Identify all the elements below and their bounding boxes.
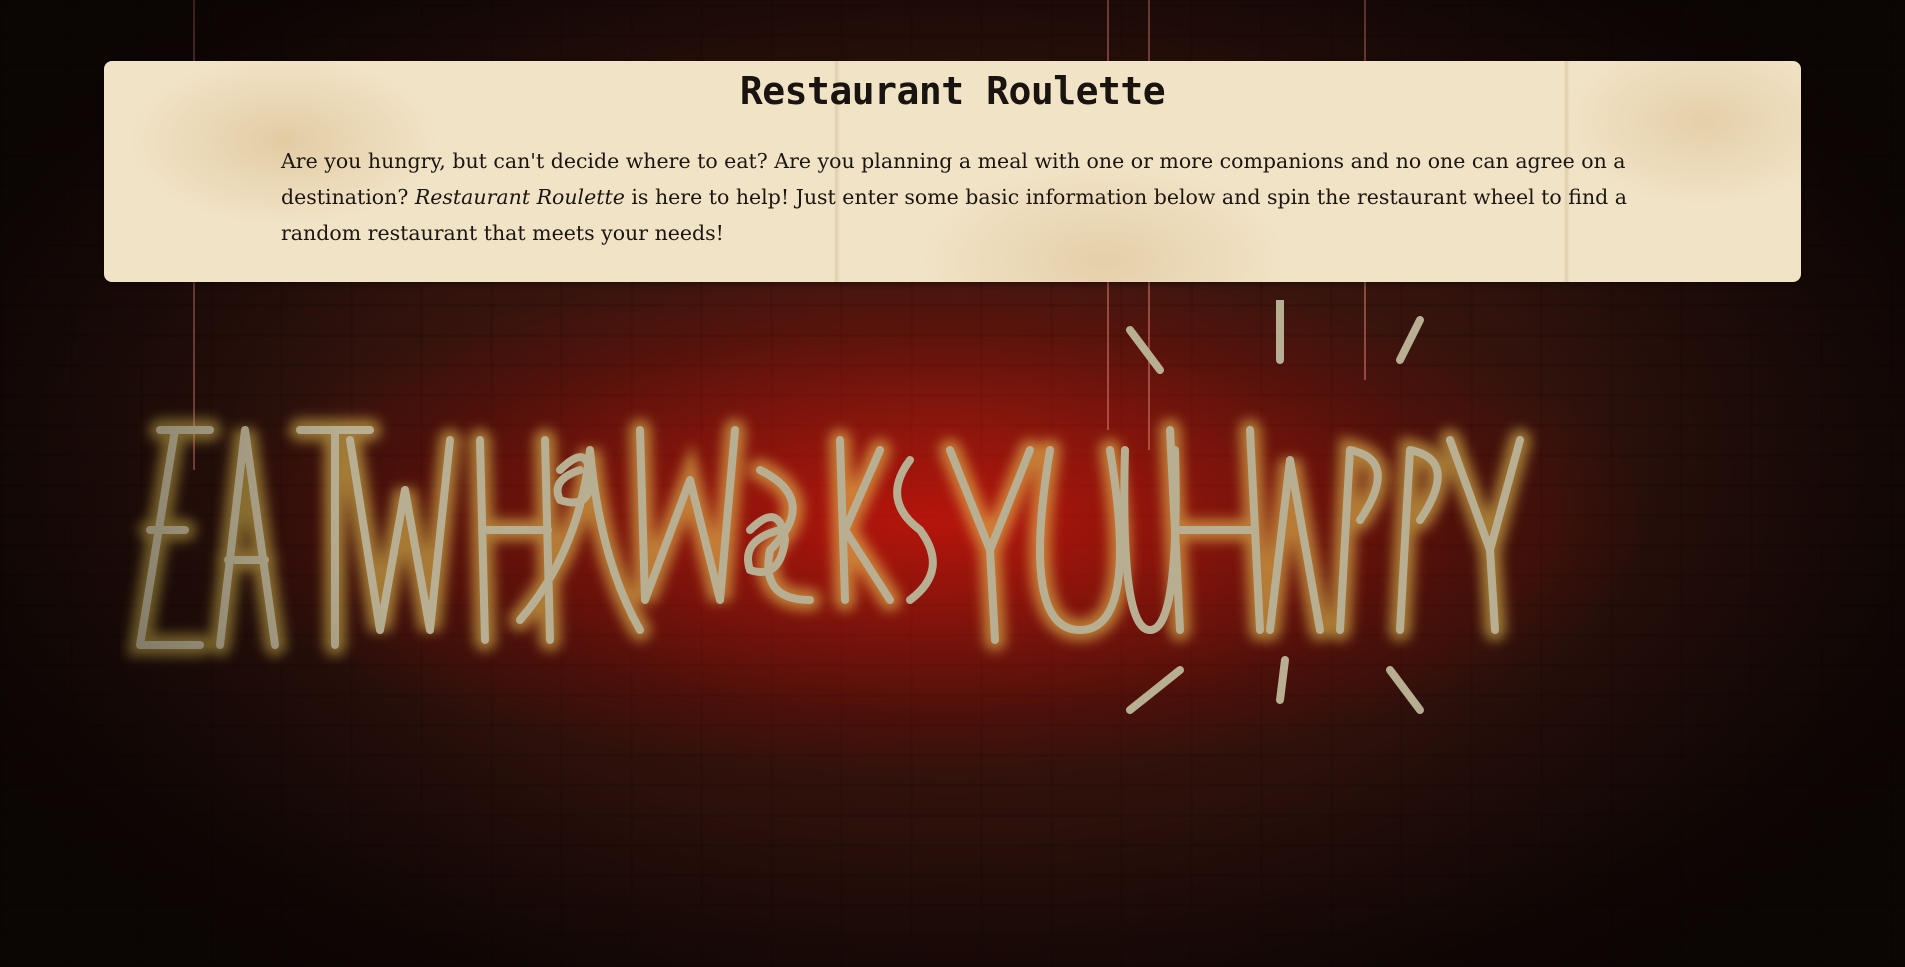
intro-paragraph: Are you hungry, but can't decide where t… [281, 143, 1651, 251]
page-title: Restaurant Roulette [739, 69, 1166, 113]
intro-app-name: Restaurant Roulette [414, 185, 625, 209]
intro-card: Restaurant Roulette Are you hungry, but … [104, 61, 1801, 282]
